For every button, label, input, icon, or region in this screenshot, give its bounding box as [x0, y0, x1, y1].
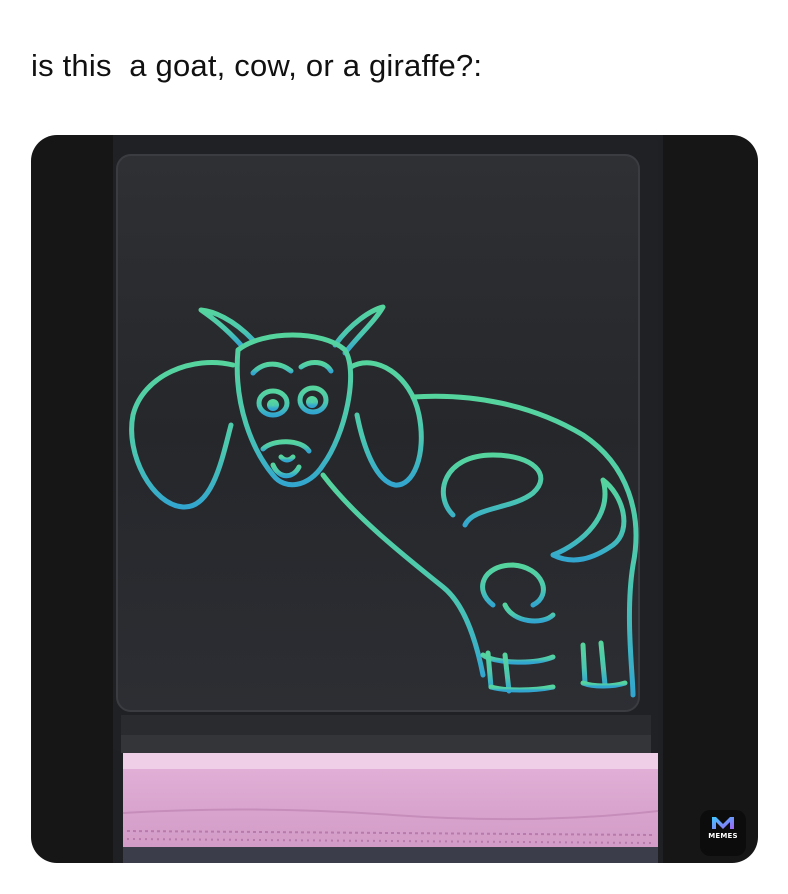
meme-caption: is this a goat, cow, or a giraffe?:	[31, 48, 483, 83]
image-frame	[31, 135, 758, 863]
pink-cloth	[123, 753, 658, 863]
memes-watermark: MEMES	[700, 810, 746, 856]
tablet-screen	[116, 154, 640, 712]
tablet-photo	[113, 135, 663, 863]
memes-logo-icon	[712, 817, 734, 829]
watermark-label: MEMES	[708, 832, 738, 840]
